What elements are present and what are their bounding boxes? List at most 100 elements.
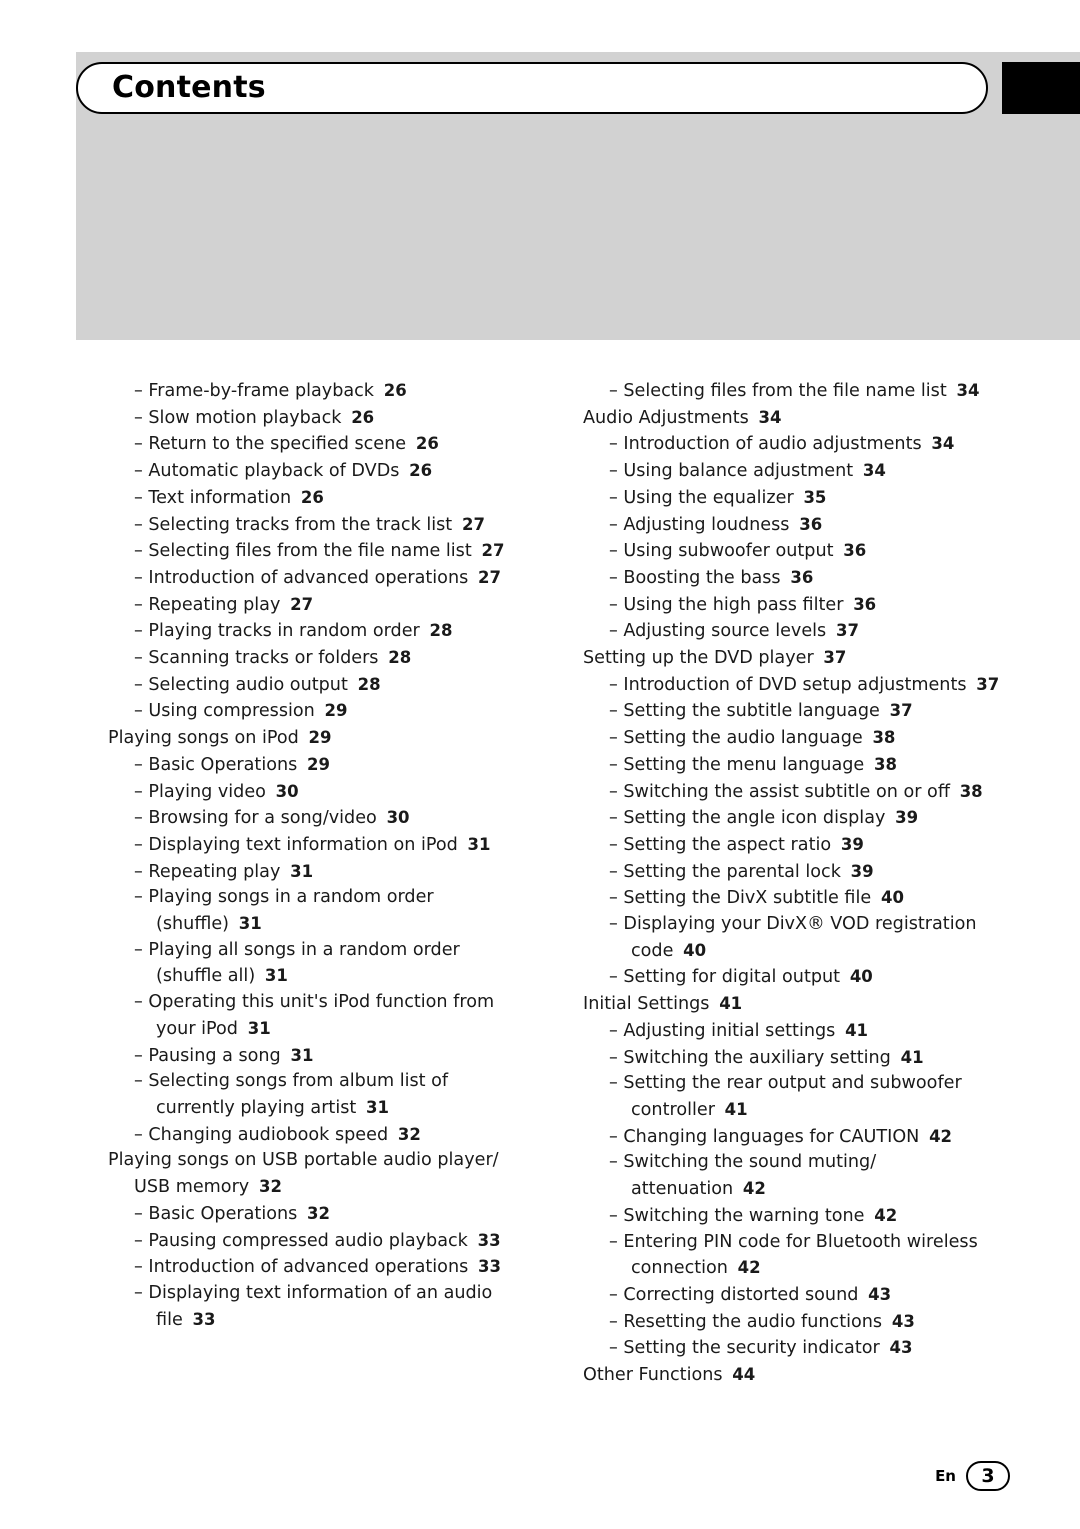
toc-entry[interactable]: – Basic Operations 29 xyxy=(108,752,528,779)
toc-entry[interactable]: – Playing video 30 xyxy=(108,779,528,806)
toc-entry[interactable]: – Boosting the bass 36 xyxy=(583,565,1003,592)
toc-entry[interactable]: Playing songs on iPod 29 xyxy=(108,725,528,752)
toc-entry-page: 29 xyxy=(302,728,332,748)
toc-entry[interactable]: – Text information 26 xyxy=(108,485,528,512)
toc-entry[interactable]: – Repeating play 31 xyxy=(108,859,528,886)
toc-entry[interactable]: – Playing tracks in random order 28 xyxy=(108,618,528,645)
toc-entry[interactable]: – Introduction of advanced operations 27 xyxy=(108,565,528,592)
toc-entry[interactable]: – Introduction of DVD setup adjustments … xyxy=(583,672,1003,699)
toc-entry[interactable]: Initial Settings 41 xyxy=(583,991,1003,1018)
toc-entry[interactable]: – Scanning tracks or folders 28 xyxy=(108,645,528,672)
toc-entry[interactable]: – Introduction of advanced operations 33 xyxy=(108,1254,528,1281)
toc-entry-label: Switching the auxiliary setting xyxy=(623,1047,891,1068)
toc-entry-label: Adjusting loudness xyxy=(623,514,790,535)
toc-entry[interactable]: – Selecting tracks from the track list 2… xyxy=(108,512,528,539)
toc-entry[interactable]: Other Functions 44 xyxy=(583,1362,1003,1389)
toc-entry[interactable]: – Setting the audio language 38 xyxy=(583,725,1003,752)
toc-entry-page: 40 xyxy=(875,888,904,908)
toc-entry-page: 33 xyxy=(471,1230,501,1250)
toc-dash-marker: – xyxy=(609,514,624,535)
toc-entry[interactable]: – Operating this unit's iPod function fr… xyxy=(108,990,528,1042)
toc-entry[interactable]: – Switching the sound muting/ attenuatio… xyxy=(583,1150,1003,1202)
toc-entry[interactable]: – Selecting files from the file name lis… xyxy=(108,538,528,565)
toc-entry-label: Pausing compressed audio playback xyxy=(148,1230,468,1251)
toc-dash-marker: – xyxy=(134,1257,149,1278)
toc-entry[interactable]: – Using compression 29 xyxy=(108,698,528,725)
toc-entry[interactable]: – Using subwoofer output 36 xyxy=(583,538,1003,565)
toc-entry-page: 31 xyxy=(233,914,262,934)
toc-entry[interactable]: – Playing songs in a random order (shuff… xyxy=(108,885,528,937)
toc-entry[interactable]: – Pausing compressed audio playback 33 xyxy=(108,1228,528,1255)
toc-entry[interactable]: – Setting the angle icon display 39 xyxy=(583,805,1003,832)
toc-entry[interactable]: – Correcting distorted sound 43 xyxy=(583,1282,1003,1309)
toc-entry[interactable]: – Return to the specified scene 26 xyxy=(108,431,528,458)
toc-entry[interactable]: – Setting for digital output 40 xyxy=(583,964,1003,991)
toc-dash-marker: – xyxy=(609,1047,624,1068)
toc-entry[interactable]: – Setting the rear output and subwoofer … xyxy=(583,1071,1003,1123)
toc-entry-page: 26 xyxy=(295,487,324,507)
toc-entry[interactable]: – Selecting audio output 28 xyxy=(108,672,528,699)
toc-entry[interactable]: – Displaying text information on iPod 31 xyxy=(108,832,528,859)
toc-entry[interactable]: – Setting the subtitle language 37 xyxy=(583,698,1003,725)
toc-entry[interactable]: – Using the equalizer 35 xyxy=(583,485,1003,512)
toc-entry-label: Introduction of advanced operations xyxy=(148,567,469,588)
toc-dash-marker: – xyxy=(134,1282,149,1303)
toc-entry[interactable]: Setting up the DVD player 37 xyxy=(583,645,1003,672)
toc-dash-marker: – xyxy=(609,1126,624,1147)
toc-entry[interactable]: – Browsing for a song/video 30 xyxy=(108,805,528,832)
toc-entry-label: Scanning tracks or folders xyxy=(148,648,379,669)
toc-entry[interactable]: – Adjusting source levels 37 xyxy=(583,618,1003,645)
toc-entry-page: 38 xyxy=(868,754,897,774)
toc-entry-page: 36 xyxy=(837,541,867,561)
toc-entry[interactable]: – Basic Operations 32 xyxy=(108,1201,528,1228)
toc-dash-marker: – xyxy=(134,1230,149,1251)
toc-entry-label: Selecting files from the file name list xyxy=(623,381,947,401)
toc-dash-marker: – xyxy=(134,754,149,775)
toc-entry-label: Setting up the DVD player xyxy=(583,648,814,669)
toc-entry[interactable]: – Selecting songs from album list of cur… xyxy=(108,1069,528,1121)
toc-entry[interactable]: – Resetting the audio functions 43 xyxy=(583,1309,1003,1336)
toc-dash-marker: – xyxy=(609,781,624,802)
toc-entry[interactable]: – Selecting files from the file name lis… xyxy=(583,378,1003,405)
toc-entry[interactable]: – Switching the assist subtitle on or of… xyxy=(583,779,1003,806)
toc-dash-marker: – xyxy=(134,939,149,960)
toc-entry[interactable]: – Setting the aspect ratio 39 xyxy=(583,832,1003,859)
toc-dash-marker: – xyxy=(609,434,624,455)
toc-entry[interactable]: – Automatic playback of DVDs 26 xyxy=(108,458,528,485)
toc-entry-page: 33 xyxy=(186,1309,216,1329)
toc-entry-page: 30 xyxy=(380,808,410,828)
toc-entry[interactable]: – Changing audiobook speed 32 xyxy=(108,1122,528,1149)
toc-entry[interactable]: – Introduction of audio adjustments 34 xyxy=(583,431,1003,458)
toc-entry-label: Selecting tracks from the track list xyxy=(148,514,453,535)
toc-entry[interactable]: – Setting the menu language 38 xyxy=(583,752,1003,779)
toc-entry-page: 36 xyxy=(784,567,814,587)
toc-entry-page: 28 xyxy=(351,674,381,694)
toc-dash-marker: – xyxy=(609,594,624,615)
toc-entry-label: Setting for digital output xyxy=(623,967,841,988)
toc-entry[interactable]: Audio Adjustments 34 xyxy=(583,405,1003,432)
toc-entry-label: Switching the assist subtitle on or off xyxy=(623,781,950,802)
toc-entry[interactable]: – Using balance adjustment 34 xyxy=(583,458,1003,485)
toc-entry-page: 28 xyxy=(423,621,453,641)
toc-entry[interactable]: – Setting the DivX subtitle file 40 xyxy=(583,885,1003,912)
toc-entry[interactable]: – Adjusting loudness 36 xyxy=(583,512,1003,539)
toc-entry[interactable]: – Entering PIN code for Bluetooth wirele… xyxy=(583,1230,1003,1282)
toc-entry[interactable]: – Switching the warning tone 42 xyxy=(583,1203,1003,1230)
toc-entry[interactable]: – Setting the parental lock 39 xyxy=(583,859,1003,886)
toc-dash-marker: – xyxy=(609,1231,624,1252)
toc-entry[interactable]: – Playing all songs in a random order (s… xyxy=(108,938,528,990)
toc-entry[interactable]: – Repeating play 27 xyxy=(108,592,528,619)
toc-entry[interactable]: – Displaying text information of an audi… xyxy=(108,1281,528,1333)
toc-entry[interactable]: – Using the high pass filter 36 xyxy=(583,592,1003,619)
toc-entry[interactable]: – Displaying your DivX® VOD registration… xyxy=(583,912,1003,964)
toc-entry[interactable]: – Switching the auxiliary setting 41 xyxy=(583,1045,1003,1072)
toc-entry[interactable]: – Setting the security indicator 43 xyxy=(583,1335,1003,1362)
toc-column-left: – Frame-by-frame playback 26– Slow motio… xyxy=(108,378,528,1333)
toc-entry[interactable]: – Slow motion playback 26 xyxy=(108,405,528,432)
toc-entry[interactable]: – Changing languages for CAUTION 42 xyxy=(583,1124,1003,1151)
toc-entry[interactable]: Playing songs on USB portable audio play… xyxy=(108,1148,528,1200)
toc-entry-page: 35 xyxy=(797,487,827,507)
toc-entry[interactable]: – Pausing a song 31 xyxy=(108,1043,528,1070)
toc-entry[interactable]: – Frame-by-frame playback 26 xyxy=(108,378,528,405)
toc-entry[interactable]: – Adjusting initial settings 41 xyxy=(583,1018,1003,1045)
